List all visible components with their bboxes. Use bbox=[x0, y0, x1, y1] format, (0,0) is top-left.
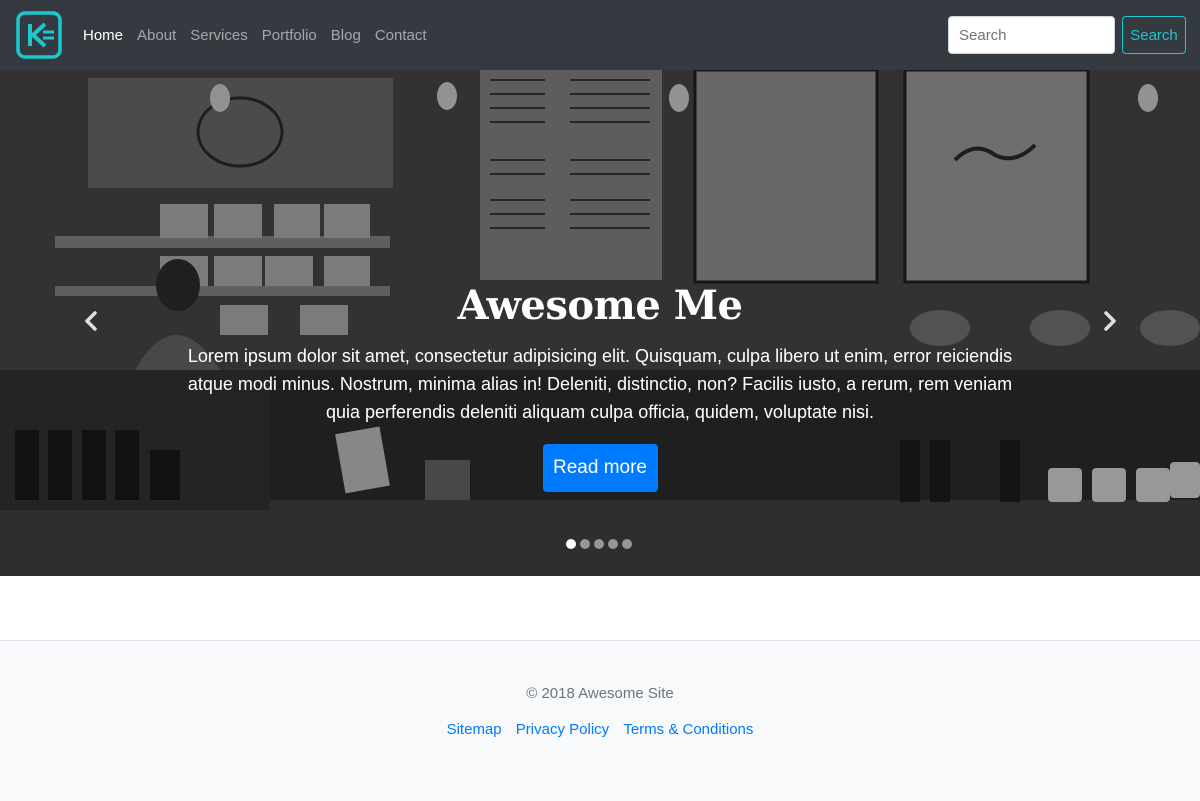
search-button[interactable]: Search bbox=[1122, 16, 1186, 54]
carousel-indicator-2[interactable] bbox=[580, 539, 590, 549]
carousel-indicator-4[interactable] bbox=[608, 539, 618, 549]
nav-link-blog[interactable]: Blog bbox=[331, 27, 361, 44]
nav-link-about[interactable]: About bbox=[137, 27, 176, 44]
nav-link-services[interactable]: Services bbox=[190, 27, 248, 44]
footer: © 2018 Awesome Site Sitemap Privacy Poli… bbox=[0, 640, 1200, 801]
copyright-text: © 2018 Awesome Site bbox=[526, 685, 674, 702]
carousel-indicator-5[interactable] bbox=[622, 539, 632, 549]
read-more-button[interactable]: Read more bbox=[542, 444, 658, 492]
search-input[interactable] bbox=[948, 16, 1115, 54]
footer-links: Sitemap Privacy Policy Terms & Condition… bbox=[0, 721, 1200, 738]
carousel-indicators bbox=[566, 539, 632, 549]
hero-text: Lorem ipsum dolor sit amet, consectetur … bbox=[187, 346, 1013, 422]
nav-link-portfolio[interactable]: Portfolio bbox=[262, 27, 317, 44]
carousel-indicator-3[interactable] bbox=[594, 539, 604, 549]
nav-links: Home About Services Portfolio Blog Conta… bbox=[83, 0, 441, 70]
carousel-caption: Awesome Me Lorem ipsum dolor sit amet, c… bbox=[170, 278, 1030, 492]
chevron-right-icon[interactable] bbox=[1095, 306, 1125, 336]
nav-link-home[interactable]: Home bbox=[83, 27, 123, 44]
chevron-left-icon[interactable] bbox=[76, 306, 106, 336]
carousel-indicator-1[interactable] bbox=[566, 539, 576, 549]
footer-link-privacy-policy[interactable]: Privacy Policy bbox=[516, 721, 609, 738]
hero-carousel: Awesome Me Lorem ipsum dolor sit amet, c… bbox=[0, 70, 1200, 576]
nav-link-contact[interactable]: Contact bbox=[375, 27, 427, 44]
footer-link-terms-conditions[interactable]: Terms & Conditions bbox=[623, 721, 753, 738]
navbar: Home About Services Portfolio Blog Conta… bbox=[0, 0, 1200, 70]
hero-title: Awesome Me bbox=[457, 282, 743, 329]
footer-link-sitemap[interactable]: Sitemap bbox=[447, 721, 502, 738]
k-logo-icon[interactable] bbox=[16, 10, 62, 60]
